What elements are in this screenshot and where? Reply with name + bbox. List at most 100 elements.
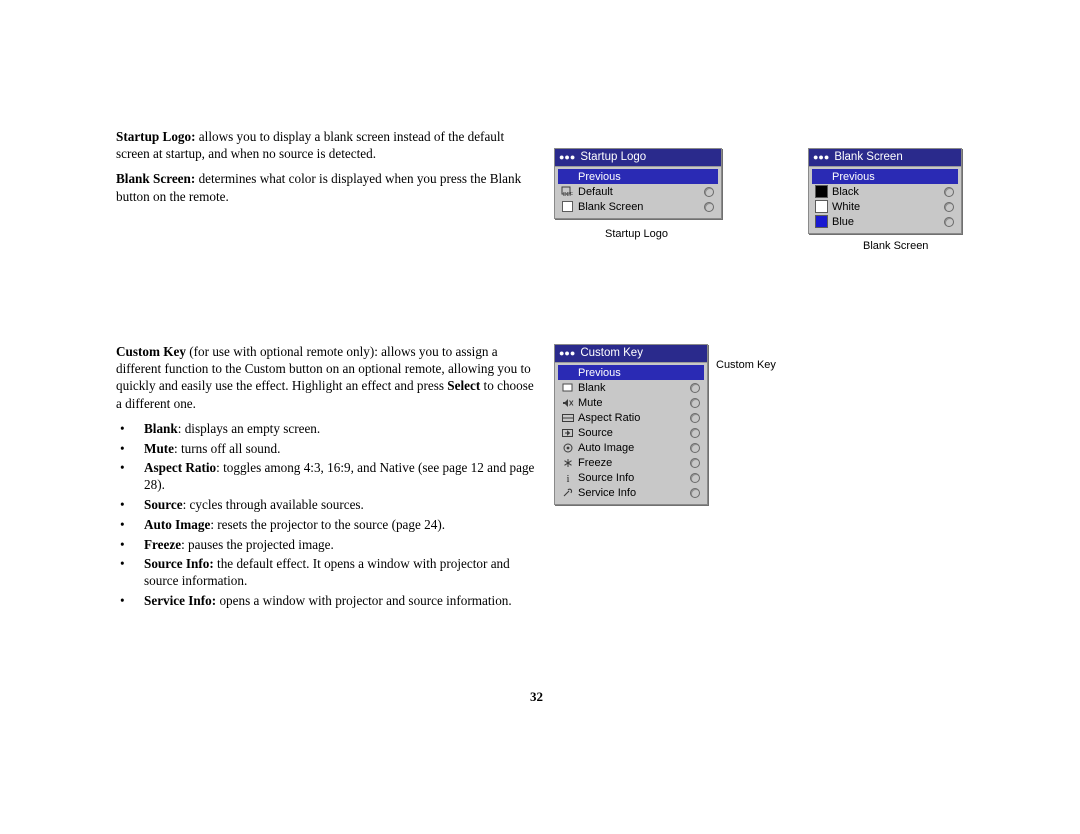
- radio-button[interactable]: [944, 216, 954, 227]
- bullet-dot-icon: •: [120, 460, 125, 476]
- list-item-text: opens a window with projector and source…: [216, 593, 512, 609]
- list-item: • Auto Image: resets the projector to the…: [116, 516, 536, 533]
- menu-item-freeze[interactable]: Freeze: [558, 455, 704, 470]
- svg-text:i: i: [566, 474, 569, 483]
- list-item-term: Aspect Ratio: [144, 460, 217, 476]
- menu-item-label: Freeze: [578, 456, 613, 469]
- blue-swatch-icon: [814, 215, 829, 228]
- menu-item-black[interactable]: Black: [812, 184, 958, 199]
- menu-item-auto-image[interactable]: Auto Image: [558, 440, 704, 455]
- menu-item-blank[interactable]: Blank: [558, 380, 704, 395]
- radio-button[interactable]: [690, 487, 700, 498]
- page-number: 32: [530, 689, 543, 704]
- radio-button[interactable]: [690, 427, 700, 438]
- bullet-dot-icon: •: [120, 556, 125, 572]
- menu-blank-screen[interactable]: ●●● Blank Screen Previous Black White Bl…: [808, 148, 962, 234]
- body-text-column: Startup Logo: allows you to display a bl…: [116, 128, 536, 213]
- bullet-dot-icon: •: [120, 593, 125, 609]
- menu-item-label: Previous: [578, 366, 621, 379]
- menu-item-label: Service Info: [578, 486, 637, 499]
- list-item-term: Source Info:: [144, 556, 214, 572]
- paragraph-startup-logo: Startup Logo: allows you to display a bl…: [116, 128, 536, 162]
- menu-item-label: Mute: [578, 396, 603, 409]
- menu-title-label: Startup Logo: [580, 151, 647, 163]
- menu-dots-icon: ●●●: [559, 347, 576, 358]
- menu-startup-logo[interactable]: ●●● Startup Logo Previous DEF Default Bl…: [554, 148, 722, 219]
- paragraph-custom-key: Custom Key (for use with optional remote…: [116, 343, 536, 412]
- list-item: • Service Info: opens a window with proje…: [116, 592, 536, 609]
- radio-button[interactable]: [704, 201, 714, 212]
- bullet-dot-icon: •: [120, 420, 125, 436]
- menu-item-label: Black: [832, 185, 859, 198]
- menu-dots-icon: ●●●: [559, 151, 576, 162]
- radio-button[interactable]: [944, 201, 954, 212]
- bullet-dot-icon: •: [120, 497, 125, 513]
- list-item: • Mute: turns off all sound.: [116, 440, 536, 457]
- caption-startup-logo: Startup Logo: [605, 228, 668, 240]
- radio-button[interactable]: [944, 186, 954, 197]
- menu-body: Previous Blank Mute Aspect Ratio Source …: [555, 363, 707, 504]
- menu-title-label: Custom Key: [580, 347, 643, 359]
- menu-item-previous[interactable]: Previous: [812, 169, 958, 184]
- list-item-term: Source: [144, 497, 183, 513]
- menu-item-label: Blank Screen: [578, 200, 644, 213]
- radio-button[interactable]: [690, 412, 700, 423]
- radio-button[interactable]: [690, 442, 700, 453]
- term-startup-logo: Startup Logo:: [116, 129, 196, 144]
- auto-image-icon: [560, 443, 575, 453]
- menu-item-source-info[interactable]: i Source Info: [558, 470, 704, 485]
- menu-item-label: Previous: [832, 170, 875, 183]
- radio-button[interactable]: [690, 457, 700, 468]
- white-swatch-icon: [814, 200, 829, 213]
- blank-icon: [560, 383, 575, 393]
- menu-item-label: Blank: [578, 381, 606, 394]
- list-item: • Aspect Ratio: toggles among 4:3, 16:9, …: [116, 459, 536, 493]
- menu-item-aspect-ratio[interactable]: Aspect Ratio: [558, 410, 704, 425]
- service-info-icon: [560, 488, 575, 498]
- list-item-text: : turns off all sound.: [174, 440, 281, 456]
- term-blank-screen: Blank Screen:: [116, 171, 196, 187]
- blank-screen-icon: [560, 201, 575, 212]
- caption-custom-key: Custom Key: [716, 359, 776, 371]
- menu-item-label: Previous: [578, 170, 621, 183]
- radio-button[interactable]: [690, 397, 700, 408]
- list-item: • Source: cycles through available source…: [116, 496, 536, 513]
- menu-body: Previous Black White Blue: [809, 167, 961, 233]
- menu-item-previous[interactable]: Previous: [558, 169, 718, 184]
- menu-title-bar: ●●● Blank Screen: [809, 149, 961, 167]
- list-item-term: Service Info:: [144, 593, 217, 609]
- menu-item-previous[interactable]: Previous: [558, 365, 704, 380]
- radio-button[interactable]: [690, 472, 700, 483]
- list-item: • Source Info: the default effect. It ope…: [116, 555, 536, 589]
- mute-icon: [560, 398, 575, 408]
- menu-custom-key[interactable]: ●●● Custom Key Previous Blank Mute Aspec…: [554, 344, 708, 505]
- default-icon: DEF: [560, 186, 575, 197]
- menu-item-service-info[interactable]: Service Info: [558, 485, 704, 500]
- custom-key-section: Custom Key (for use with optional remote…: [116, 343, 536, 612]
- menu-item-white[interactable]: White: [812, 199, 958, 214]
- menu-item-label: Blue: [832, 215, 855, 228]
- menu-item-mute[interactable]: Mute: [558, 395, 704, 410]
- radio-button[interactable]: [704, 186, 714, 197]
- radio-button[interactable]: [690, 382, 700, 393]
- emphasis-select: Select: [447, 378, 481, 394]
- menu-title-bar: ●●● Startup Logo: [555, 149, 721, 167]
- menu-item-default[interactable]: DEF Default: [558, 184, 718, 199]
- paragraph-blank-screen: Blank Screen: determines what color is d…: [116, 170, 536, 204]
- source-info-icon: i: [560, 473, 575, 483]
- menu-item-source[interactable]: Source: [558, 425, 704, 440]
- list-item-text: : pauses the projected image.: [181, 536, 334, 552]
- list-item-term: Blank: [144, 420, 178, 436]
- black-swatch-icon: [814, 185, 829, 198]
- freeze-icon: [560, 458, 575, 468]
- menu-title-label: Blank Screen: [834, 151, 903, 163]
- menu-item-label: Aspect Ratio: [578, 411, 641, 424]
- menu-item-label: Source Info: [578, 471, 635, 484]
- custom-key-effects-list: • Blank: displays an empty screen. • Mute:…: [116, 420, 536, 610]
- menu-item-label: White: [832, 200, 861, 213]
- svg-text:DEF: DEF: [563, 192, 573, 197]
- menu-item-blue[interactable]: Blue: [812, 214, 958, 229]
- menu-item-blank-screen[interactable]: Blank Screen: [558, 199, 718, 214]
- list-item-text: : resets the projector to the source (pa…: [210, 516, 446, 532]
- source-icon: [560, 428, 575, 438]
